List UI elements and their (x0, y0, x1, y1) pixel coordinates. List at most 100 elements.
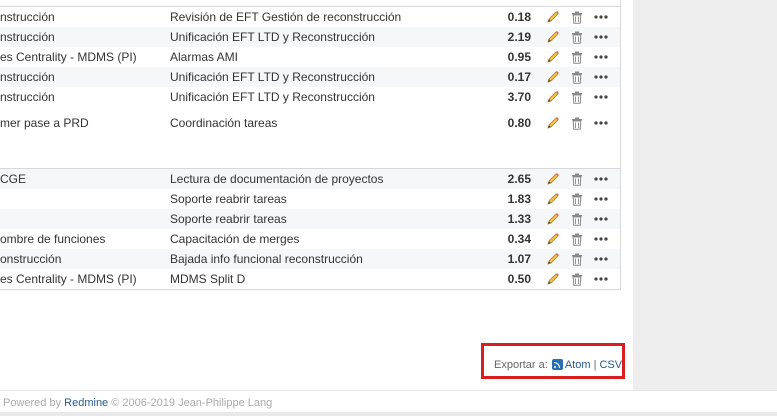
hours-cell: 0.34 (507, 232, 531, 246)
edit-pencil-icon[interactable] (545, 90, 561, 104)
trash-icon[interactable] (569, 116, 585, 130)
main-content: nstrucción Revisión de EFT Gestión de re… (0, 0, 633, 390)
trash-icon[interactable] (569, 212, 585, 226)
hours-cell: 0.17 (507, 70, 531, 84)
row-actions (545, 229, 615, 249)
right-gutter (633, 0, 777, 390)
horizontal-scrollbar[interactable] (0, 412, 777, 416)
table-row: CGE Lectura de documentación de proyecto… (0, 169, 620, 189)
content-right-border (620, 0, 621, 290)
issue-link[interactable]: CGE (0, 169, 160, 189)
trash-icon[interactable] (569, 172, 585, 186)
comment-cell: Soporte reabrir tareas (170, 192, 287, 206)
table-row: nstrucción Revisión de EFT Gestión de re… (0, 7, 620, 27)
row-actions (545, 169, 615, 189)
hours-cell: 0.95 (507, 50, 531, 64)
trash-icon[interactable] (569, 30, 585, 44)
issue-link[interactable]: es Centrality - MDMS (PI) (0, 269, 160, 289)
comment-cell: Unificación EFT LTD y Reconstrucción (170, 30, 375, 44)
row-actions (545, 67, 615, 87)
hours-cell: 0.18 (507, 10, 531, 24)
row-actions (545, 269, 615, 289)
edit-pencil-icon[interactable] (545, 192, 561, 206)
comment-cell: Lectura de documentación de proyectos (170, 172, 384, 186)
issue-link[interactable]: nstrucción (0, 27, 160, 47)
table-row: onstrucción Bajada info funcional recons… (0, 249, 620, 269)
table-row: nstrucción Unificación EFT LTD y Reconst… (0, 67, 620, 87)
hours-cell: 0.50 (507, 272, 531, 286)
table-bottom-border (0, 289, 620, 290)
trash-icon[interactable] (569, 70, 585, 84)
edit-pencil-icon[interactable] (545, 272, 561, 286)
more-options-icon[interactable] (593, 172, 609, 186)
more-options-icon[interactable] (593, 272, 609, 286)
comment-cell: MDMS Split D (170, 272, 246, 286)
issue-link[interactable]: nstrucción (0, 7, 160, 27)
more-options-icon[interactable] (593, 50, 609, 64)
issue-link[interactable]: mer pase a PRD (0, 113, 160, 133)
comment-cell: Soporte reabrir tareas (170, 212, 287, 226)
hours-cell: 2.65 (507, 172, 531, 186)
edit-pencil-icon[interactable] (545, 30, 561, 44)
more-options-icon[interactable] (593, 212, 609, 226)
export-csv-link[interactable]: CSV (599, 359, 622, 371)
edit-pencil-icon[interactable] (545, 252, 561, 266)
row-actions (545, 47, 615, 67)
more-options-icon[interactable] (593, 70, 609, 84)
row-actions (545, 27, 615, 47)
more-options-icon[interactable] (593, 116, 609, 130)
footer-redmine-link[interactable]: Redmine (64, 397, 108, 409)
more-options-icon[interactable] (593, 232, 609, 246)
table-row: es Centrality - MDMS (PI) MDMS Split D 0… (0, 269, 620, 289)
issue-link[interactable]: onstrucción (0, 249, 160, 269)
trash-icon[interactable] (569, 10, 585, 24)
issue-link[interactable]: nstrucción (0, 87, 160, 107)
issue-link[interactable]: es Centrality - MDMS (PI) (0, 47, 160, 67)
comment-cell: Alarmas AMI (170, 50, 239, 64)
hours-cell: 3.70 (507, 90, 531, 104)
row-actions (545, 209, 615, 229)
table-row: mer pase a PRD Coordinación tareas 0.80 (0, 107, 620, 139)
comment-cell: Coordinación tareas (170, 116, 278, 130)
hours-cell: 1.07 (507, 252, 531, 266)
comment-cell: Bajada info funcional reconstrucción (170, 252, 363, 266)
hours-cell: 1.33 (507, 212, 531, 226)
edit-pencil-icon[interactable] (545, 70, 561, 84)
trash-icon[interactable] (569, 192, 585, 206)
export-links: Exportar a: Atom | CSV (494, 358, 622, 372)
more-options-icon[interactable] (593, 30, 609, 44)
edit-pencil-icon[interactable] (545, 50, 561, 64)
edit-pencil-icon[interactable] (545, 10, 561, 24)
trash-icon[interactable] (569, 232, 585, 246)
comment-cell: Unificación EFT LTD y Reconstrucción (170, 90, 375, 104)
trash-icon[interactable] (569, 272, 585, 286)
issue-link[interactable]: ombre de funciones (0, 229, 160, 249)
export-separator: | (593, 359, 597, 371)
edit-pencil-icon[interactable] (545, 212, 561, 226)
row-actions (545, 189, 615, 209)
footer-copyright: © 2006-2019 Jean-Philippe Lang (111, 397, 273, 409)
table-row: Soporte reabrir tareas 1.33 (0, 209, 620, 229)
trash-icon[interactable] (569, 90, 585, 104)
edit-pencil-icon[interactable] (545, 116, 561, 130)
comment-cell: Unificación EFT LTD y Reconstrucción (170, 70, 375, 84)
issue-link[interactable]: nstrucción (0, 67, 160, 87)
hours-cell: 1.83 (507, 192, 531, 206)
row-actions (545, 249, 615, 269)
more-options-icon[interactable] (593, 90, 609, 104)
edit-pencil-icon[interactable] (545, 172, 561, 186)
table-row: es Centrality - MDMS (PI) Alarmas AMI 0.… (0, 47, 620, 67)
export-atom-link[interactable]: Atom (565, 359, 591, 371)
more-options-icon[interactable] (593, 192, 609, 206)
footer-powered-by: Powered by (3, 397, 62, 409)
table-row: ombre de funciones Capacitación de merge… (0, 229, 620, 249)
comment-cell: Capacitación de merges (170, 232, 300, 246)
more-options-icon[interactable] (593, 252, 609, 266)
row-actions (545, 113, 615, 133)
edit-pencil-icon[interactable] (545, 232, 561, 246)
row-actions (545, 87, 615, 107)
trash-icon[interactable] (569, 252, 585, 266)
trash-icon[interactable] (569, 50, 585, 64)
rss-feed-icon (551, 359, 563, 370)
more-options-icon[interactable] (593, 10, 609, 24)
